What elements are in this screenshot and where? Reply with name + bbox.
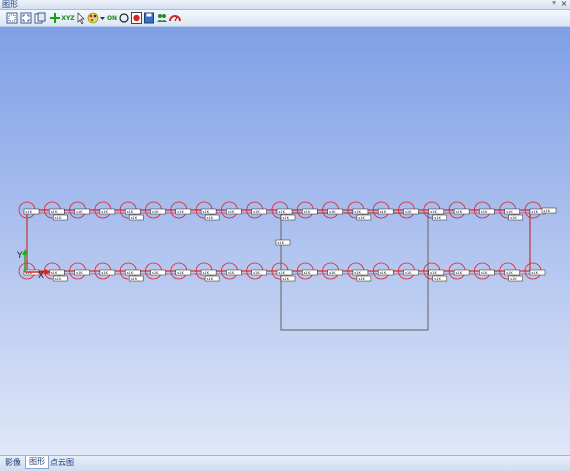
gauge-icon[interactable] [169,12,181,24]
station-label-text: s1K [152,210,159,214]
offset-label-text: s1K [283,277,290,281]
station-label-text: s1K [177,271,184,275]
offset-label-text: s1K [283,216,290,220]
station-label-text: s1K [177,210,184,214]
pan-cursor-icon[interactable] [76,12,86,24]
view-tab-bar: 影像 图形 点云图 [0,455,570,471]
station-label-text: s1K [152,271,159,275]
station-label-text: s1K [405,210,412,214]
station-label-text: s1K [203,210,210,214]
offset-label-text: s1K [207,216,214,220]
zoom-extents-icon[interactable] [20,12,32,24]
color-palette-icon[interactable] [87,12,99,24]
center-label-text: s1K [278,241,285,245]
x-axis-label: X [38,271,44,281]
pin-button[interactable]: ᵠ [549,0,559,8]
station-label-text: s1K [304,210,311,214]
station-label-text: s1K [101,271,108,275]
station-label-text: s1K [253,210,260,214]
dropdown-arrow-icon[interactable] [100,12,105,24]
graphics-toolbar: XYZ ON [0,10,570,27]
station-label-text: s1K [481,271,488,275]
add-point-icon[interactable] [50,12,60,24]
offset-label-text: s1K [207,277,214,281]
station-label-text: s1K [127,210,134,214]
offset-label-text: s1K [131,216,138,220]
station-label-text: s1K [456,271,463,275]
survey-users-icon[interactable] [156,12,168,24]
station-label-text: s1K [354,271,361,275]
station-label-text: s1K [481,210,488,214]
station-label-text: s1K [279,271,286,275]
station-label-text: s1K [405,271,412,275]
station-label-text: s1K [228,210,235,214]
station-label-text: s1K [26,210,33,214]
tab-image[interactable]: 影像 [2,457,24,469]
survey-drawing[interactable]: s1K s1K s1K s1K s1K s1K s1K s1K s1K s1K s1K s1K s1K s… [0,27,570,454]
station-label-text: s1K [506,210,513,214]
record-icon[interactable] [131,12,142,24]
close-button[interactable]: × [559,0,569,8]
station-label-text: s1K [203,271,210,275]
station-label-text: s1K [329,210,336,214]
station-label-text: s1K [456,210,463,214]
offset-label-text: s1K [358,277,365,281]
select-frame-icon[interactable] [6,12,18,24]
offset-label-text: s1K [510,216,517,220]
station-label-text: s1K [51,210,58,214]
station-label-text: s1K [430,210,437,214]
station-label-text: s1K [101,210,108,214]
y-axis-label: Y [16,251,23,261]
station-label-text: s1K [329,271,336,275]
station-label-text: s1K [279,210,286,214]
offset-label-text: s1K [434,277,441,281]
offset-label-text: s1K [510,277,517,281]
station-label-text: s1K [354,210,361,214]
offset-label-text: s1K [358,216,365,220]
station-label-text: s1K [76,271,83,275]
offset-label-text: s1K [55,277,62,281]
station-label-text: s1K [51,271,58,275]
offset-label-text: s1K [131,277,138,281]
xyz-label[interactable]: XYZ [61,12,75,24]
offset-label-text: s1K [434,216,441,220]
panel-title: 图形 [2,0,18,9]
offset-label-text: s1K [55,216,62,220]
station-label-text: s1K [228,271,235,275]
station-label-text: s1K [253,271,260,275]
tab-point-cloud[interactable]: 点云图 [47,457,77,469]
station-label-text: s1K [127,271,134,275]
station-label-text: s1K [380,210,387,214]
tab-graphics[interactable]: 图形 [25,456,49,469]
station-label-text: s1K [76,210,83,214]
station-label-text: s1K [532,210,539,214]
end-label-text: s1K [544,209,551,213]
save-icon[interactable] [144,12,154,24]
graphics-canvas[interactable]: s1K s1K s1K s1K s1K s1K s1K s1K s1K s1K s1K s1K s1K s… [0,27,570,454]
station-label-text: s1K [304,271,311,275]
station-label-text: s1K [380,271,387,275]
station-label-text: s1K [506,271,513,275]
panel-title-bar: 图形 ᵠ × [0,0,570,10]
on-toggle[interactable]: ON [106,12,118,24]
station-label-text: s1K [430,271,437,275]
copy-view-icon[interactable] [34,12,46,24]
circle-icon[interactable] [119,12,129,24]
station-label-text: s1K [532,271,539,275]
